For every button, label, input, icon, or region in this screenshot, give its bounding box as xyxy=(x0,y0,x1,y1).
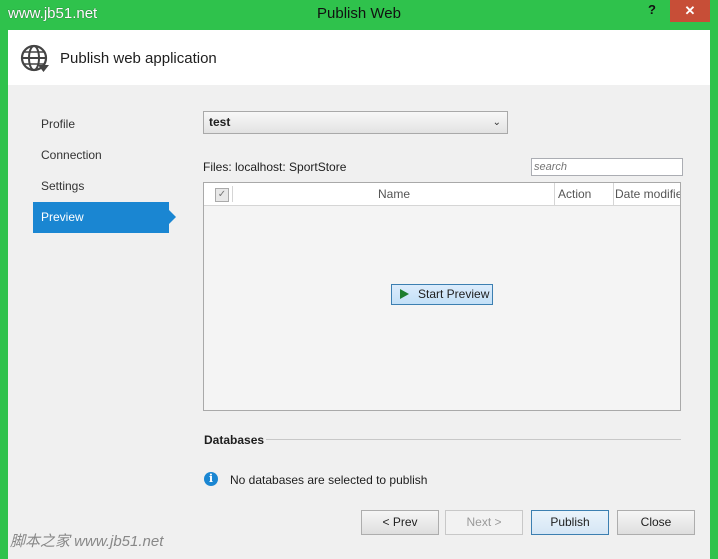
globe-publish-icon xyxy=(20,44,49,72)
grid-header: ✓ Name Action Date modified xyxy=(204,183,680,206)
chevron-down-icon: ⌄ xyxy=(492,117,501,128)
column-header-action[interactable]: Action xyxy=(555,183,614,205)
select-all-checkbox[interactable]: ✓ xyxy=(215,188,229,202)
profile-dropdown-value: test xyxy=(209,115,231,129)
dialog-title: Publish web application xyxy=(60,50,217,67)
publish-button[interactable]: Publish xyxy=(531,510,609,535)
sidebar-item-settings[interactable]: Settings xyxy=(33,171,173,202)
databases-heading: Databases xyxy=(204,433,265,447)
window-close-button[interactable]: ✕ xyxy=(670,0,710,22)
files-grid: ✓ Name Action Date modified Start Previe… xyxy=(203,182,681,411)
sidebar-nav: Profile Connection Settings Preview xyxy=(33,109,176,233)
column-header-name[interactable]: Name xyxy=(234,183,555,205)
watermark-bottom: 脚本之家 www.jb51.net xyxy=(10,533,164,550)
sidebar-item-profile[interactable]: Profile xyxy=(33,109,173,140)
dialog-header: Publish web application xyxy=(8,30,710,85)
dialog-client: Publish web application Profile Connecti… xyxy=(8,30,710,559)
start-preview-button[interactable]: Start Preview xyxy=(391,284,493,305)
close-button[interactable]: Close xyxy=(617,510,695,535)
search-input[interactable] xyxy=(531,158,683,176)
column-header-date-modified[interactable]: Date modified xyxy=(612,183,680,205)
databases-divider xyxy=(266,439,681,440)
prev-button[interactable]: < Prev xyxy=(361,510,439,535)
title-bar: www.jb51.net Publish Web ? ✕ xyxy=(0,0,718,30)
sidebar-item-connection[interactable]: Connection xyxy=(33,140,173,171)
select-all-column: ✓ xyxy=(208,186,233,202)
start-preview-label: Start Preview xyxy=(418,287,490,301)
publish-web-window: www.jb51.net Publish Web ? ✕ Publish web… xyxy=(0,0,718,559)
play-icon xyxy=(400,289,409,299)
profile-dropdown[interactable]: test ⌄ xyxy=(203,111,508,134)
next-button[interactable]: Next > xyxy=(445,510,523,535)
window-title: Publish Web xyxy=(317,5,401,22)
sidebar-item-preview[interactable]: Preview xyxy=(33,202,176,233)
databases-message: No databases are selected to publish xyxy=(230,473,428,487)
info-icon: i xyxy=(204,472,218,486)
files-label: Files: localhost: SportStore xyxy=(203,160,347,174)
help-button[interactable]: ? xyxy=(642,2,662,20)
